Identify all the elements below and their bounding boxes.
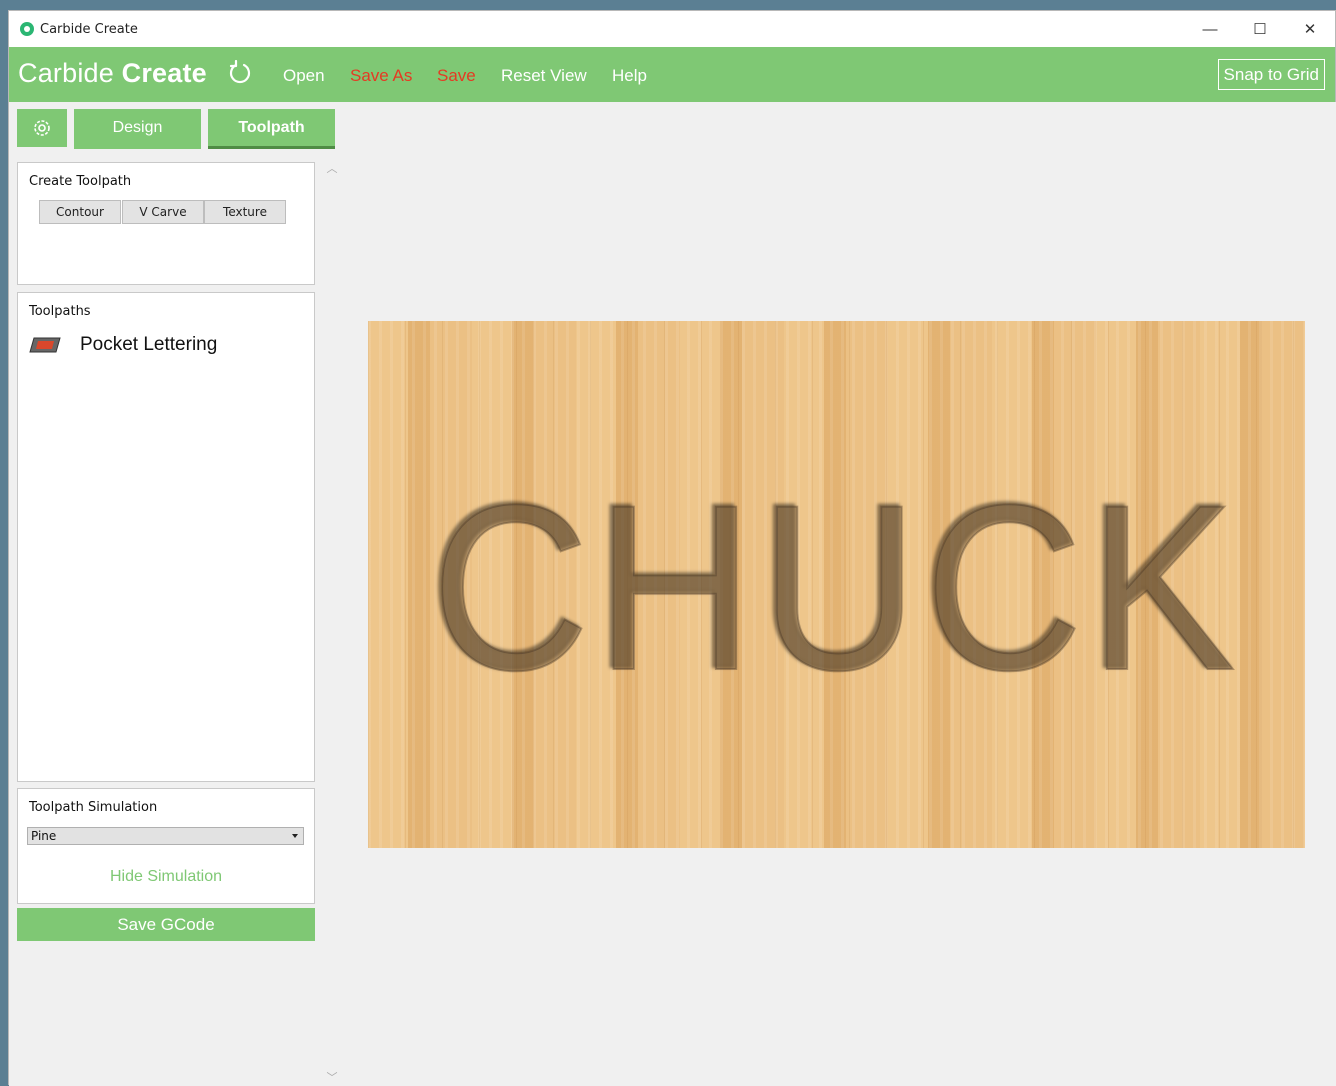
menu-reset-view[interactable]: Reset View <box>501 66 587 86</box>
toolpaths-title: Toolpaths <box>29 304 91 319</box>
close-button[interactable]: ✕ <box>1285 11 1335 47</box>
texture-button[interactable]: Texture <box>204 200 286 224</box>
create-toolpath-panel: Create Toolpath Contour V Carve Texture <box>17 162 315 285</box>
menu-save-as[interactable]: Save As <box>350 66 412 86</box>
toolpath-label: Pocket Lettering <box>80 334 218 355</box>
carved-text-preview: CHUCK <box>430 455 1241 721</box>
carved-text: CHUCK <box>431 456 1241 720</box>
brand-light: Carbide <box>18 58 114 88</box>
simulation-panel: Toolpath Simulation Pine Hide Simulation <box>17 788 315 904</box>
pocket-icon <box>29 337 61 353</box>
tab-design[interactable]: Design <box>74 109 201 149</box>
dropdown-arrow-icon <box>292 834 298 838</box>
material-select-value: Pine <box>31 829 57 843</box>
menu-save[interactable]: Save <box>437 66 476 86</box>
material-select[interactable]: Pine <box>27 827 304 845</box>
app-logo-icon <box>20 22 34 36</box>
close-icon: ✕ <box>1303 21 1317 38</box>
simulation-title: Toolpath Simulation <box>29 800 158 815</box>
menu-open[interactable]: Open <box>283 66 325 86</box>
minimize-icon: — <box>1202 20 1218 38</box>
snap-to-grid-button[interactable]: Snap to Grid <box>1217 59 1325 90</box>
tab-toolpath[interactable]: Toolpath <box>208 109 335 149</box>
menu-help[interactable]: Help <box>612 66 647 86</box>
toolpath-item[interactable]: Pocket Lettering <box>28 334 217 356</box>
window-title: Carbide Create <box>40 21 138 37</box>
refresh-icon[interactable] <box>227 60 253 86</box>
settings-button[interactable] <box>17 109 67 147</box>
title-bar: Carbide Create — ☐ ✕ <box>9 11 1335 47</box>
save-gcode-button[interactable]: Save GCode <box>17 908 315 941</box>
scroll-up-icon[interactable]: ︿ <box>326 160 338 175</box>
menu-bar: Carbide Create Open Save As Save Reset V… <box>9 47 1335 102</box>
hide-simulation-button[interactable]: Hide Simulation <box>18 868 314 886</box>
scroll-down-icon[interactable]: ﹀ <box>326 1069 338 1084</box>
sidebar: Design Toolpath ︿ ﹀ Create Toolpath Cont… <box>9 102 347 1086</box>
design-canvas[interactable]: CHUCK <box>347 102 1336 1086</box>
gear-icon <box>34 120 50 136</box>
brand-bold: Create <box>121 58 207 88</box>
wood-stock: CHUCK <box>368 321 1305 848</box>
maximize-button[interactable]: ☐ <box>1235 11 1285 47</box>
app-window: Carbide Create — ☐ ✕ Carbide Create Open… <box>8 10 1336 1086</box>
v-carve-button[interactable]: V Carve <box>122 200 204 224</box>
maximize-icon: ☐ <box>1253 21 1267 38</box>
brand-title: Carbide Create <box>18 58 207 89</box>
toolpaths-panel: Toolpaths Pocket Lettering <box>17 292 315 782</box>
minimize-button[interactable]: — <box>1185 11 1235 47</box>
create-toolpath-title: Create Toolpath <box>29 174 132 189</box>
contour-button[interactable]: Contour <box>39 200 121 224</box>
